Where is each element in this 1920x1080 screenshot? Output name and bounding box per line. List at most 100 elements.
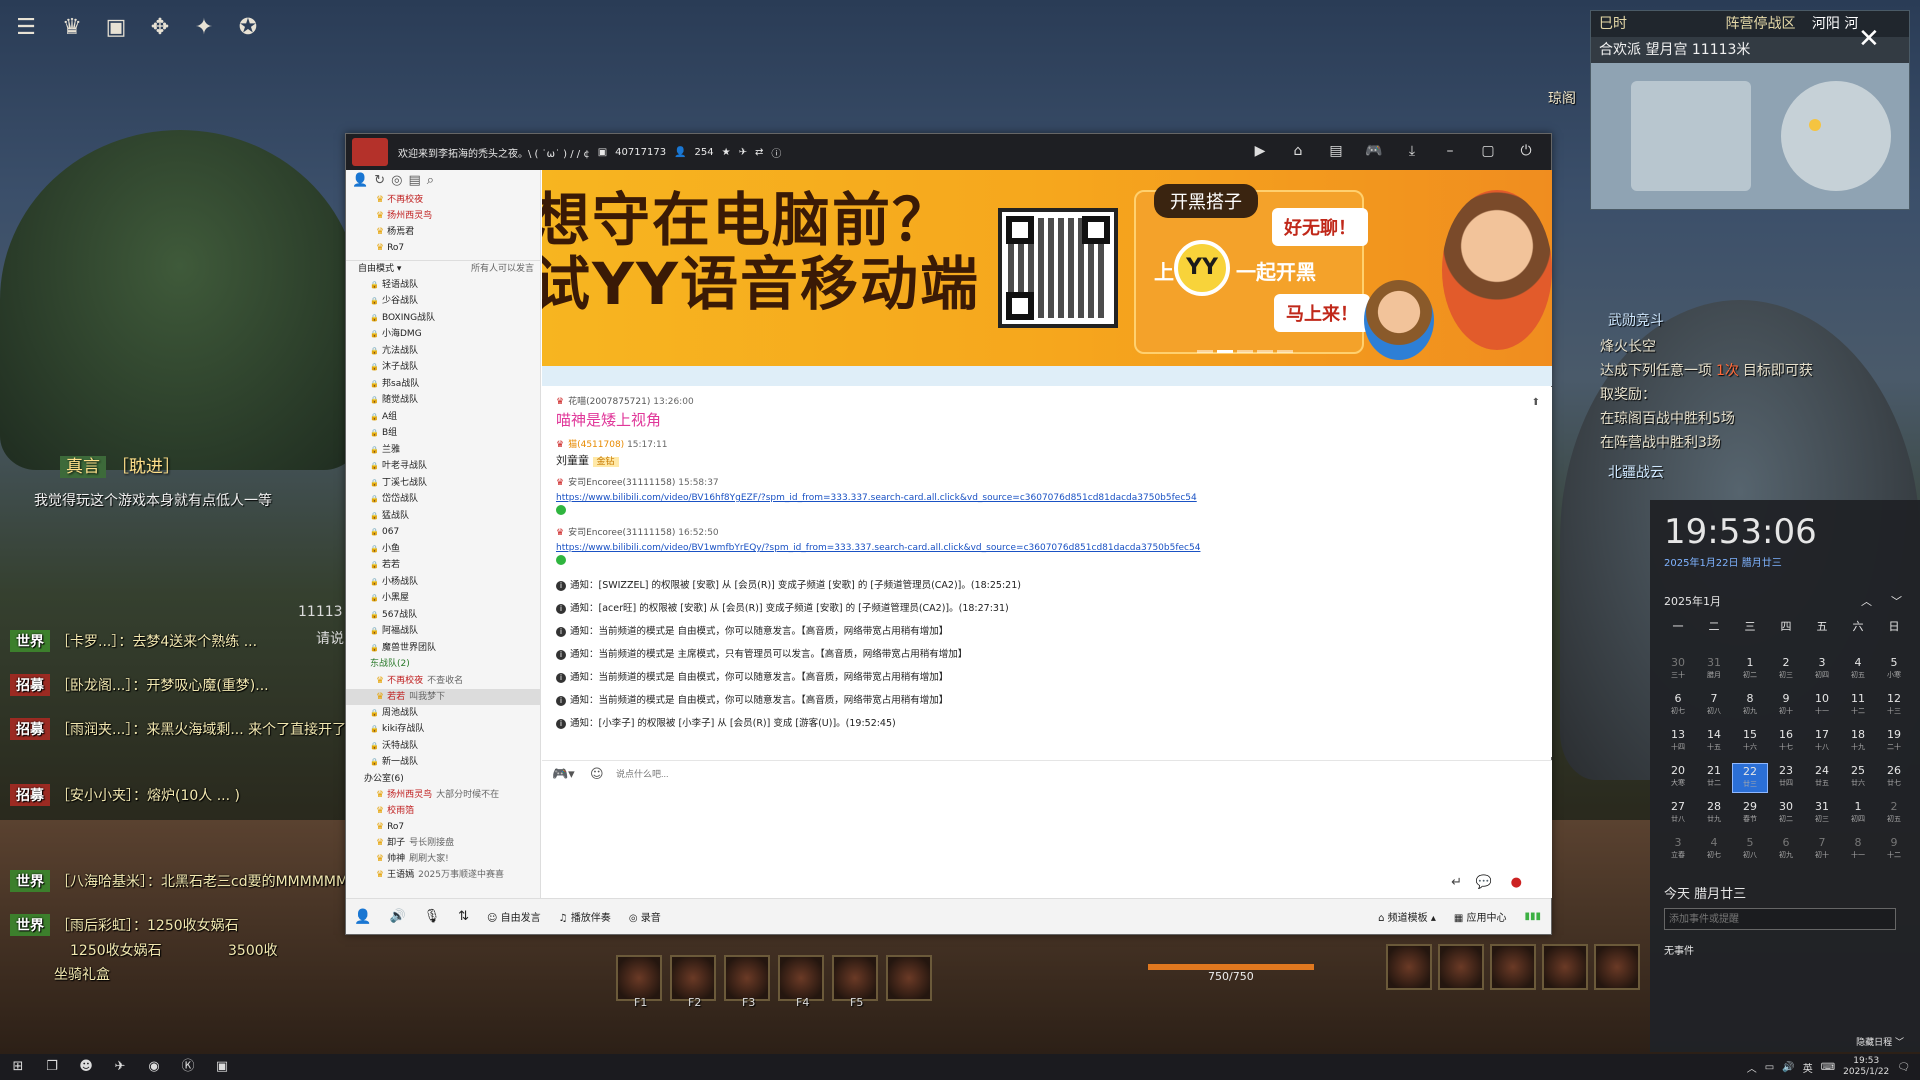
play-icon[interactable]: ▶	[1251, 140, 1269, 162]
sidebar-group[interactable]: 小海DMG	[346, 326, 540, 343]
sidebar-group[interactable]: 邦sa战队	[346, 376, 540, 393]
calendar-day[interactable]: 11 十二	[1840, 691, 1876, 721]
user-icon[interactable]: 👤	[352, 173, 368, 189]
menu-icon[interactable]: ☰	[12, 14, 40, 42]
sidebar-group[interactable]: 沃特战队	[346, 738, 540, 755]
calendar-day[interactable]: 16 十七	[1768, 727, 1804, 757]
carousel-dots[interactable]	[1197, 350, 1293, 353]
channel-avatar[interactable]	[352, 138, 388, 166]
calendar-day[interactable]: 29 春节	[1732, 799, 1768, 829]
list-icon[interactable]: ▤	[1327, 140, 1345, 162]
clock-date[interactable]: 2025年1月22日 腊月廿三	[1650, 554, 1920, 569]
tray-expand-icon[interactable]: ︿	[1747, 1060, 1757, 1075]
member-item[interactable]: ♛ 不再校夜 不查收名	[346, 673, 540, 689]
sidebar-group[interactable]: 丁溪七战队	[346, 475, 540, 492]
mic-icon[interactable]: 🎙	[424, 909, 441, 924]
sticker-icon[interactable]: ☺	[590, 767, 604, 782]
speaker-icon[interactable]: 🔊	[389, 909, 405, 924]
calendar-day[interactable]: 5 小寒	[1876, 655, 1912, 685]
avatar-icon[interactable]: 👤	[354, 909, 371, 925]
window-app-icon[interactable]: ▣	[212, 1057, 232, 1077]
free-speech-button[interactable]: ☺ 自由发言	[487, 909, 541, 924]
message-link[interactable]: https://www.bilibili.com/video/BV16hf8Yg…	[556, 490, 1552, 503]
download-icon[interactable]: ⤓	[1403, 140, 1421, 162]
calendar-day[interactable]: 28 廿九	[1696, 799, 1732, 829]
sidebar-group[interactable]: 若若	[346, 557, 540, 574]
calendar-day[interactable]: 14 十五	[1696, 727, 1732, 757]
sidebar-group[interactable]: kiki存战队	[346, 721, 540, 738]
calendar-day[interactable]: 23 廿四	[1768, 763, 1804, 793]
sidebar-group[interactable]: 小鱼	[346, 541, 540, 558]
keyboard-icon[interactable]: ⌨	[1821, 1062, 1835, 1073]
member-item[interactable]: ♛ 扬州西灵鸟 大部分时候不在	[346, 787, 540, 803]
sidebar-group[interactable]: 新一战队	[346, 754, 540, 771]
bag-icon[interactable]: ▣	[102, 14, 130, 42]
close-map-icon[interactable]: ✕	[1858, 24, 1880, 54]
template-button[interactable]: ⌂ 频道模板 ▴	[1378, 909, 1436, 924]
sidebar-group[interactable]: 567战队	[346, 607, 540, 624]
board-icon[interactable]: ▤	[408, 173, 420, 189]
power-icon[interactable]: ⏻	[1517, 140, 1535, 162]
calendar-day[interactable]: 5 初八	[1732, 835, 1768, 865]
skill-slot[interactable]	[886, 955, 932, 1001]
member-item[interactable]: ♛ 王语嫣 2025万事顺遂中赛喜	[346, 867, 540, 883]
message-input[interactable]	[616, 765, 1216, 783]
sidebar-group[interactable]: 少谷战队	[346, 293, 540, 310]
maximize-icon[interactable]: ▢	[1479, 140, 1497, 162]
scroll-top-icon[interactable]: ⬆	[1532, 397, 1540, 408]
calendar-day[interactable]: 1 初二	[1732, 655, 1768, 685]
record-button[interactable]: ◎ 录音	[629, 909, 661, 924]
start-icon[interactable]: ⊞	[8, 1057, 28, 1077]
member-item[interactable]: ♛ 校雨箔	[346, 803, 540, 819]
member-item-selected[interactable]: ♛ 若若 叫我梦下	[346, 688, 540, 705]
mixer-icon[interactable]: ⇅	[458, 909, 469, 924]
sidebar-group[interactable]: A组	[346, 409, 540, 426]
yy-app-icon[interactable]: ☻	[76, 1057, 96, 1077]
sidebar-group[interactable]: 周池战队	[346, 705, 540, 722]
calendar-day[interactable]: 31 初三	[1804, 799, 1840, 829]
calendar-day[interactable]: 30 初二	[1768, 799, 1804, 829]
favorite-icon[interactable]: ★	[722, 147, 731, 158]
accompaniment-button[interactable]: ♫ 播放伴奏	[559, 909, 611, 924]
calendar-day[interactable]: 12 十三	[1876, 691, 1912, 721]
notification-icon[interactable]: 🗨	[1897, 1062, 1910, 1073]
sidebar-group[interactable]: 沐子战队	[346, 359, 540, 376]
calendar-day[interactable]: 30 三十	[1660, 655, 1696, 685]
calendar-day[interactable]: 10 十一	[1804, 691, 1840, 721]
calendar-day[interactable]: 7 初八	[1696, 691, 1732, 721]
calendar-day[interactable]: 1 初四	[1840, 799, 1876, 829]
calendar-day[interactable]: 13 十四	[1660, 727, 1696, 757]
calendar-day[interactable]: 3 初四	[1804, 655, 1840, 685]
skill-slot[interactable]	[1438, 944, 1484, 990]
calendar-day[interactable]: 19 二十	[1876, 727, 1912, 757]
calendar-day[interactable]: 9 初十	[1768, 691, 1804, 721]
martial-icon[interactable]: ✦	[190, 14, 218, 42]
member-item[interactable]: ♛ 扬州西灵鸟	[346, 208, 540, 224]
volume-icon[interactable]: 🔊	[1782, 1062, 1794, 1073]
sidebar-group[interactable]: 小杨战队	[346, 574, 540, 591]
calendar-day[interactable]: 3 立春	[1660, 835, 1696, 865]
member-item[interactable]: ♛ 卸子 号长刚接盘	[346, 835, 540, 851]
info-icon[interactable]: ⓘ	[771, 145, 781, 160]
calendar-day[interactable]: 8 初九	[1732, 691, 1768, 721]
minimize-icon[interactable]: –	[1441, 140, 1459, 162]
calendar-day[interactable]: 31 腊月	[1696, 655, 1732, 685]
sidebar-group-open[interactable]: 东战队(2)	[346, 656, 540, 673]
prev-month-icon[interactable]: ︿	[1861, 593, 1872, 609]
skill-slot[interactable]	[832, 955, 878, 1001]
skill-slot[interactable]	[1594, 944, 1640, 990]
sidebar-group[interactable]: 魔兽世界团队	[346, 640, 540, 657]
task-view-icon[interactable]: ❐	[42, 1057, 62, 1077]
skill-icon[interactable]: ✥	[146, 14, 174, 42]
member-item[interactable]: ♛ Ro7	[346, 819, 540, 835]
home-icon[interactable]: ⌂	[1289, 140, 1307, 162]
calendar-day[interactable]: 22 廿三	[1732, 763, 1768, 793]
calendar-day[interactable]: 7 初十	[1804, 835, 1840, 865]
calendar-day[interactable]: 27 廿八	[1660, 799, 1696, 829]
calendar-day[interactable]: 4 初五	[1840, 655, 1876, 685]
sidebar-group-office[interactable]: 办公室(6)	[346, 771, 540, 788]
skill-slot[interactable]	[1386, 944, 1432, 990]
input-method[interactable]: 英	[1803, 1060, 1813, 1075]
add-event-input[interactable]	[1664, 908, 1896, 930]
skill-slot[interactable]	[1542, 944, 1588, 990]
